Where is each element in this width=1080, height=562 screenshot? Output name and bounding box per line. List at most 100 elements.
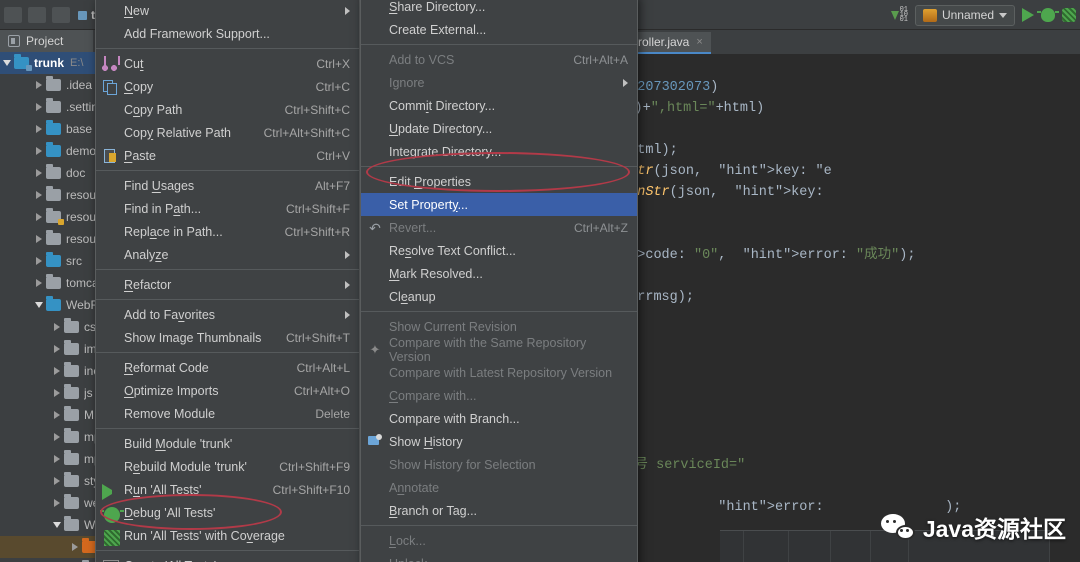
toolbar-icon-1[interactable] [4,7,22,23]
menu-item-show-history-for-selection[interactable]: Show History for Selection [361,453,637,476]
twisty-icon[interactable] [50,345,64,353]
menu-item-copy-path[interactable]: Copy Path Ctrl+Shift+C [96,98,359,121]
twisty-icon[interactable] [50,411,64,419]
twisty-icon[interactable] [32,302,46,308]
debug-button[interactable] [1037,8,1059,22]
menu-item-run-all-tests[interactable]: Run 'All Tests' Ctrl+Shift+F10 [96,478,359,501]
menu-item-add-to-vcs[interactable]: Add to VCS Ctrl+Alt+A [361,48,637,71]
twisty-icon[interactable] [50,389,64,397]
menu-item-build-module-trunk[interactable]: Build Module 'trunk' [96,432,359,455]
twisty-icon[interactable] [50,323,64,331]
twisty-icon[interactable] [32,147,46,155]
tree-row-label: demo [66,144,97,158]
menu-item-set-property[interactable]: Set Property... [361,193,637,216]
twisty-icon[interactable] [32,103,46,111]
menu-item-resolve-text-conflict[interactable]: Resolve Text Conflict... [361,239,637,262]
paste-icon [102,148,118,164]
menu-item-branch-or-tag[interactable]: Branch or Tag... [361,499,637,522]
menu-item-share-directory[interactable]: Share Directory... [361,0,637,18]
twisty-icon[interactable] [32,279,46,287]
twisty-icon[interactable] [32,213,46,221]
menu-item-add-to-favorites[interactable]: Add to Favorites [96,303,359,326]
twisty-icon[interactable] [50,522,64,528]
menu-item-commit-directory[interactable]: Commit Directory... [361,94,637,117]
menu-item-lock[interactable]: Lock... [361,529,637,552]
menu-item-find-usages[interactable]: Find Usages Alt+F7 [96,174,359,197]
menu-item-label: Run 'All Tests' [124,482,202,497]
menu-item-annotate[interactable]: Annotate [361,476,637,499]
folder-icon [46,142,61,157]
twisty-icon[interactable] [50,499,64,507]
project-panel-title: Project [26,34,64,48]
menu-item-analyze[interactable]: Analyze [96,243,359,266]
twisty-icon[interactable] [50,477,64,485]
menu-item-copy[interactable]: Copy Ctrl+C [96,75,359,98]
module-icon [78,10,87,20]
ide-window: trunk 011001 Unnamed Project trunkE:\.id… [0,0,1080,562]
folder-icon [46,208,64,225]
menu-item-compare-with-branch[interactable]: Compare with Branch... [361,407,637,430]
menu-item-refactor[interactable]: Refactor [96,273,359,296]
editor-tab-roller-java[interactable]: roller.java × [630,32,711,54]
menu-item-debug-all-tests[interactable]: Debug 'All Tests' [96,501,359,524]
toolbar-icon-2[interactable] [28,7,46,23]
twisty-icon[interactable] [32,81,46,89]
menu-item-edit-properties[interactable]: Edit Properties [361,170,637,193]
menu-item-label: Find in Path... [124,201,202,216]
menu-item-cleanup[interactable]: Cleanup [361,285,637,308]
menu-item-compare-with[interactable]: Compare with... [361,384,637,407]
run-configuration-selector[interactable]: Unnamed [914,4,1015,26]
menu-item-label: Analyze [124,247,169,262]
run-button[interactable] [1022,8,1034,22]
menu-item-ignore[interactable]: Ignore [361,71,637,94]
menu-item-compare-with-latest-repository-version[interactable]: Compare with Latest Repository Version [361,361,637,384]
menu-item-add-framework-support[interactable]: Add Framework Support... [96,22,359,45]
subversion-submenu[interactable]: Share Directory... Create External... Add … [360,0,638,562]
menu-item-rebuild-module-trunk[interactable]: Rebuild Module 'trunk' Ctrl+Shift+F9 [96,455,359,478]
menu-item-shortcut: Ctrl+Shift+T [285,330,350,345]
folder-icon [64,450,79,465]
history-icon [367,433,383,450]
menu-item-cut[interactable]: Cut Ctrl+X [96,52,359,75]
menu-item-label: Mark Resolved... [389,266,483,281]
menu-item-integrate-directory[interactable]: Integrate Directory... [361,140,637,163]
twisty-icon[interactable] [32,191,46,199]
menu-item-mark-resolved[interactable]: Mark Resolved... [361,262,637,285]
menu-item-new[interactable]: New [96,0,359,22]
project-context-menu[interactable]: New Add Framework Support... Cut Ctrl+X Copy… [95,0,360,562]
vcs-update-icon[interactable]: 01 10 01 [890,6,908,23]
menu-item-paste[interactable]: Paste Ctrl+V [96,144,359,167]
menu-item-remove-module[interactable]: Remove Module Delete [96,402,359,425]
menu-item-run-all-tests-with-coverage[interactable]: Run 'All Tests' with Coverage [96,524,359,547]
menu-item-optimize-imports[interactable]: Optimize Imports Ctrl+Alt+O [96,379,359,402]
twisty-icon[interactable] [32,235,46,243]
compare-icon: ✦ [369,341,381,357]
menu-item-update-directory[interactable]: Update Directory... [361,117,637,140]
twisty-icon[interactable] [50,433,64,441]
project-panel-header[interactable]: Project [0,30,93,52]
folder-icon [64,362,79,377]
twisty-icon[interactable] [50,455,64,463]
toolbar-icon-3[interactable] [52,7,70,23]
close-icon[interactable]: × [696,36,702,48]
twisty-down-icon[interactable] [0,60,14,66]
menu-item-replace-in-path[interactable]: Replace in Path... Ctrl+Shift+R [96,220,359,243]
twisty-icon[interactable] [32,125,46,133]
menu-item-show-history[interactable]: Show History [361,430,637,453]
twisty-icon[interactable] [68,543,82,551]
twisty-icon[interactable] [32,257,46,265]
menu-item-find-in-path[interactable]: Find in Path... Ctrl+Shift+F [96,197,359,220]
twisty-icon[interactable] [50,367,64,375]
menu-item-show-image-thumbnails[interactable]: Show Image Thumbnails Ctrl+Shift+T [96,326,359,349]
menu-item-reformat-code[interactable]: Reformat Code Ctrl+Alt+L [96,356,359,379]
menu-item-create-external[interactable]: Create External... [361,18,637,41]
menu-item-label: Branch or Tag... [389,503,478,518]
menu-item-revert[interactable]: ↶ Revert... Ctrl+Alt+Z [361,216,637,239]
menu-item-create-all-tests[interactable]: Create 'All Tests'... [96,554,359,562]
menu-item-copy-relative-path[interactable]: Copy Relative Path Ctrl+Alt+Shift+C [96,121,359,144]
menu-item-unlock[interactable]: Unlock [361,552,637,562]
coverage-button[interactable] [1062,8,1076,22]
twisty-icon[interactable] [32,169,46,177]
menu-item-compare-with-the-same-repository-version[interactable]: ✦ Compare with the Same Repository Versio… [361,336,637,364]
menu-item-shortcut: Ctrl+Shift+F10 [272,482,350,497]
